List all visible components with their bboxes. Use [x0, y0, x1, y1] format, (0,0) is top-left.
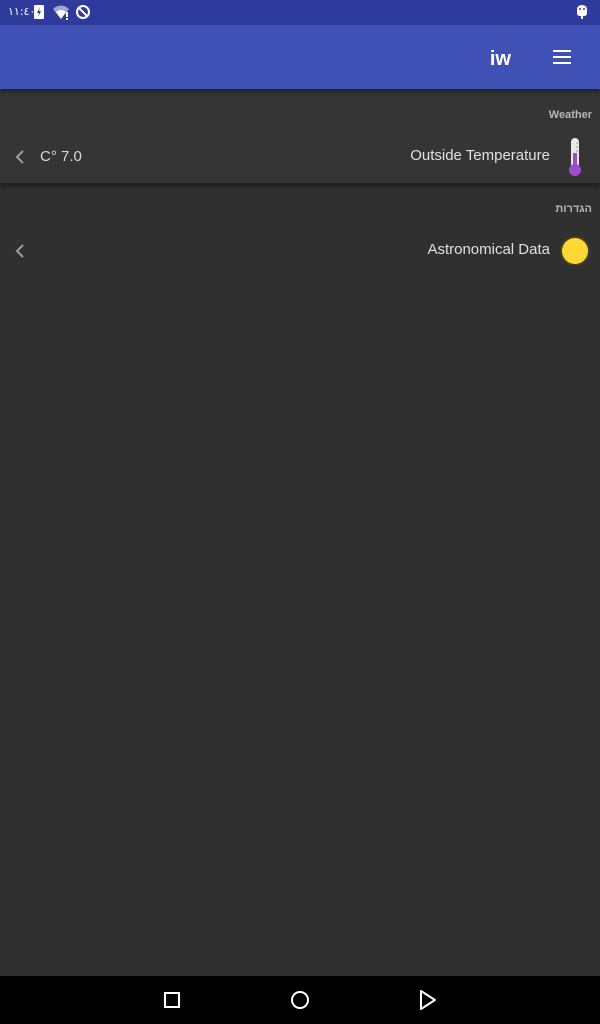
sun-icon: [560, 236, 590, 266]
app-bar: iw: [0, 25, 600, 89]
navigation-bar: [0, 976, 600, 1024]
home-icon: [291, 991, 309, 1009]
weather-section-header: Weather: [548, 109, 592, 121]
back-button[interactable]: [416, 988, 440, 1012]
wifi-icon: [53, 5, 69, 20]
chevron-left-icon: [15, 244, 24, 258]
chevron-left-icon: [15, 150, 24, 164]
astronomical-data-row[interactable]: Astronomical Data: [0, 227, 600, 275]
outside-temperature-title: Outside Temperature: [410, 147, 550, 164]
settings-section-header: הגדרות: [555, 203, 592, 215]
recents-icon: [164, 992, 180, 1008]
menu-icon: [553, 50, 571, 64]
recents-button[interactable]: [160, 988, 184, 1012]
home-button[interactable]: [288, 988, 312, 1012]
settings-section: הגדרות Astronomical Data: [0, 183, 600, 283]
outside-temperature-value: C° 7.0: [40, 148, 82, 165]
back-icon: [420, 990, 436, 1010]
battery-charging-icon: [34, 5, 44, 19]
astronomical-data-title: Astronomical Data: [427, 241, 550, 258]
app-title: iw: [489, 48, 511, 70]
status-bar: ١١:٤٠: [0, 0, 600, 25]
status-time: ١١:٤٠: [8, 5, 36, 18]
android-debug-icon: [577, 5, 587, 19]
menu-button[interactable]: [550, 47, 574, 67]
outside-temperature-row[interactable]: C° 7.0 Outside Temperature: [0, 133, 600, 181]
thermometer-icon: [569, 138, 581, 176]
weather-section: Weather C° 7.0 Outside Temperature: [0, 89, 600, 183]
do-not-disturb-icon: [76, 5, 90, 19]
